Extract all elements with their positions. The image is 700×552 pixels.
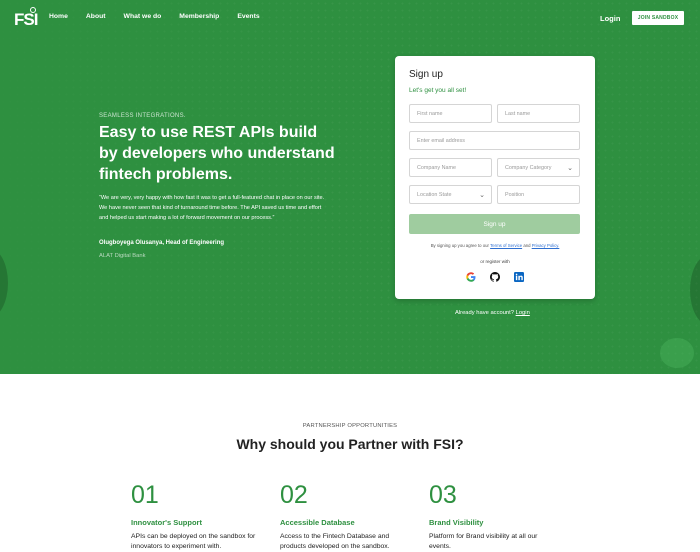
feature-card: 03 Brand Visibility Platform for Brand v…: [429, 481, 559, 552]
logo-dot-icon: [30, 7, 36, 13]
main-nav: Home About What we do Membership Events: [49, 13, 278, 20]
company-category-label: Company Category: [505, 164, 552, 171]
already-have-account: Already have account? Login: [455, 310, 530, 316]
feature-description: APIs can be deployed on the sandbox for …: [131, 533, 256, 550]
feature-card: 01 Innovator's Support APIs can be deplo…: [131, 481, 261, 552]
location-state-select[interactable]: Location State ⌄: [409, 185, 492, 204]
feature-number: 01: [131, 481, 159, 509]
github-icon[interactable]: [489, 271, 500, 282]
partnership-eyebrow: PARTNERSHIP OPPORTUNITIES: [302, 423, 398, 429]
position-field[interactable]: Position: [497, 185, 580, 204]
last-name-field[interactable]: Last name: [497, 104, 580, 123]
chevron-down-icon: ⌄: [567, 165, 573, 172]
join-sandbox-button[interactable]: JOIN SANDBOX: [632, 11, 684, 25]
testimonial-quote: “We are very, very happy with how fast i…: [99, 195, 325, 221]
feature-title: Innovator's Support: [131, 518, 202, 527]
email-field[interactable]: Enter email address: [409, 131, 580, 150]
feature-title: Accessible Database: [280, 518, 355, 527]
feature-description: Platform for Brand visibility at all our…: [429, 533, 538, 550]
terms-and: and: [523, 243, 531, 248]
signup-card: Sign up Let's get you all set! First nam…: [395, 56, 595, 299]
chevron-down-icon: ⌄: [479, 192, 485, 199]
signup-subtitle: Let's get you all set!: [409, 87, 467, 94]
signup-title: Sign up: [409, 69, 443, 80]
location-state-label: Location State: [417, 191, 452, 198]
feature-card: 02 Accessible Database Access to the Fin…: [280, 481, 410, 552]
feature-description: Access to the Fintech Database and produ…: [280, 533, 390, 550]
header-login-link[interactable]: Login: [600, 14, 620, 23]
first-name-field[interactable]: First name: [409, 104, 492, 123]
terms-prefix: By signing up you agree to our: [430, 243, 489, 248]
partnership-title: Why should you Partner with FSI?: [236, 436, 464, 452]
testimonial-author: Olugboyega Olusanya, Head of Engineering: [99, 240, 225, 246]
terms-of-service-link[interactable]: Terms of Service: [490, 243, 522, 248]
hero-section: FSI Home About What we do Membership Eve…: [0, 0, 700, 374]
nav-events[interactable]: Events: [237, 13, 259, 20]
google-icon[interactable]: [465, 271, 476, 282]
company-name-field[interactable]: Company Name: [409, 158, 492, 177]
logo-text: FSI: [14, 10, 38, 29]
feature-number: 03: [429, 481, 457, 509]
testimonial-company: ALAT Digital Bank: [99, 253, 146, 259]
or-register-text: or register with: [480, 259, 510, 264]
signin-login-link[interactable]: Login: [516, 310, 530, 316]
signup-button[interactable]: Sign up: [409, 214, 580, 234]
feature-number: 02: [280, 481, 308, 509]
company-category-select[interactable]: Company Category ⌄: [497, 158, 580, 177]
account-text: Already have account?: [455, 310, 514, 316]
feature-title: Brand Visibility: [429, 518, 484, 527]
hero-overlay: [0, 0, 700, 374]
linkedin-icon[interactable]: [513, 271, 524, 282]
privacy-policy-link[interactable]: Privacy Policy.: [532, 243, 560, 248]
hero-eyebrow: SEAMLESS INTEGRATIONS.: [99, 113, 186, 119]
terms-text: By signing up you agree to our Terms of …: [395, 243, 595, 248]
hero-headline: Easy to use REST APIs build by developer…: [99, 124, 335, 183]
nav-about[interactable]: About: [86, 13, 106, 20]
nav-membership[interactable]: Membership: [179, 13, 219, 20]
nav-home[interactable]: Home: [49, 13, 68, 20]
decorative-blob: [660, 338, 694, 368]
fsi-logo[interactable]: FSI: [14, 7, 38, 30]
nav-what-we-do[interactable]: What we do: [124, 13, 162, 20]
